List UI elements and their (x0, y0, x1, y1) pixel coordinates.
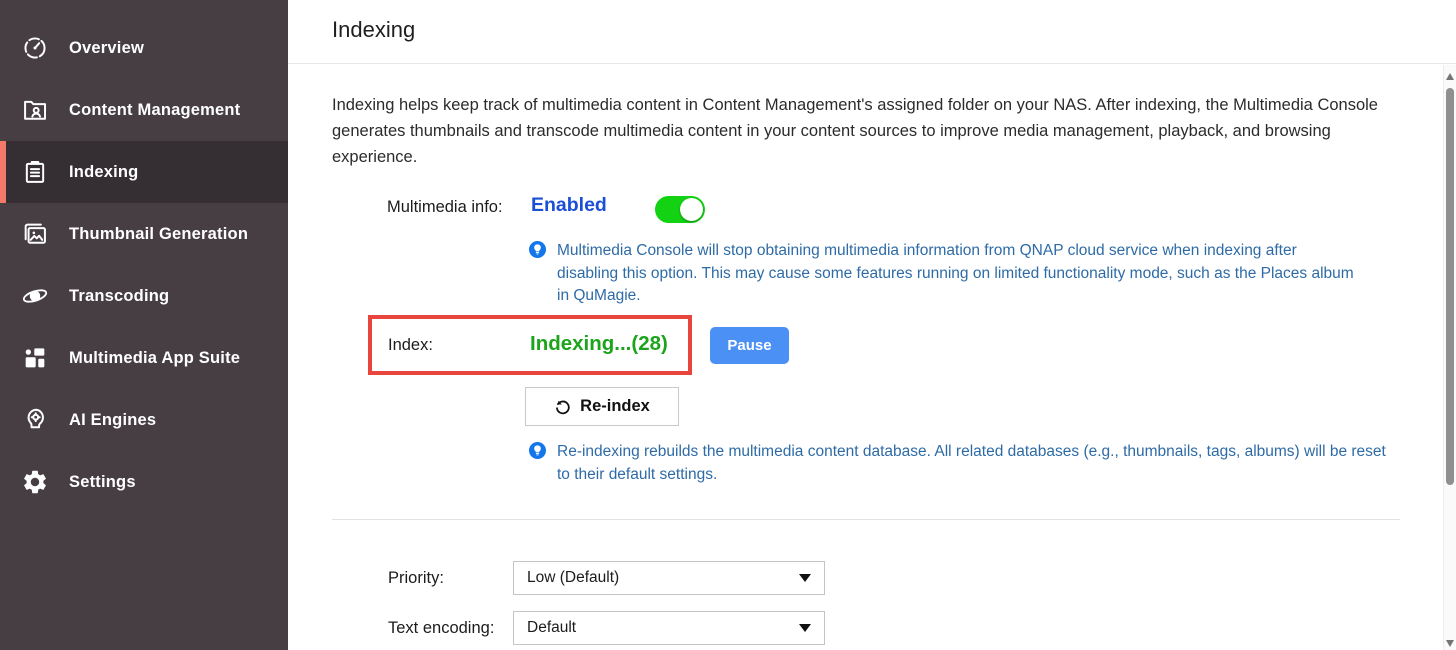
lightbulb-icon (529, 442, 546, 459)
pause-button[interactable]: Pause (710, 327, 789, 364)
multimedia-info-status: Enabled (531, 194, 607, 217)
scroll-up-icon[interactable] (1446, 73, 1454, 80)
sidebar-item-transcoding[interactable]: Transcoding (0, 265, 288, 327)
multimedia-info-toggle[interactable] (655, 196, 705, 223)
sidebar-item-label: Multimedia App Suite (69, 349, 240, 368)
refresh-icon (554, 398, 571, 415)
sidebar-item-thumbnail-generation[interactable]: Thumbnail Generation (0, 203, 288, 265)
section-divider (332, 519, 1400, 520)
toggle-knob-icon (680, 198, 703, 221)
chevron-down-icon (799, 624, 811, 632)
sidebar-item-content-management[interactable]: Content Management (0, 79, 288, 141)
reindex-hint: Re-indexing rebuilds the multimedia cont… (557, 441, 1387, 486)
page-title: Indexing (332, 17, 415, 43)
text-encoding-dropdown[interactable]: Default (513, 611, 825, 645)
sidebar-item-label: Overview (69, 39, 144, 58)
scroll-down-icon[interactable] (1446, 640, 1454, 647)
multimedia-info-hint: Multimedia Console will stop obtaining m… (557, 240, 1357, 308)
scrollbar-thumb[interactable] (1446, 88, 1454, 485)
vertical-scrollbar[interactable] (1443, 65, 1456, 650)
text-encoding-value: Default (527, 619, 799, 637)
transcode-icon (21, 282, 49, 310)
sidebar-item-label: Content Management (69, 101, 240, 120)
reindex-label: Re-index (580, 397, 650, 416)
sidebar-item-label: Indexing (69, 163, 138, 182)
sidebar-item-ai-engines[interactable]: AI Engines (0, 389, 288, 451)
sidebar-item-label: AI Engines (69, 411, 156, 430)
sidebar-item-multimedia-app-suite[interactable]: Multimedia App Suite (0, 327, 288, 389)
gauge-icon (21, 34, 49, 62)
sidebar-item-indexing[interactable]: Indexing (0, 141, 288, 203)
sidebar-item-overview[interactable]: Overview (0, 17, 288, 79)
priority-label: Priority: (388, 569, 444, 588)
folder-search-icon (21, 96, 49, 124)
grid-icon (21, 344, 49, 372)
lightbulb-icon (529, 241, 546, 258)
sidebar-item-settings[interactable]: Settings (0, 451, 288, 513)
sidebar-item-label: Thumbnail Generation (69, 225, 248, 244)
sidebar: Overview Content Management Indexing Thumbn… (0, 0, 288, 650)
reindex-button[interactable]: Re-index (525, 387, 679, 426)
page-header: Indexing (288, 0, 1456, 64)
indexing-description: Indexing helps keep track of multimedia … (332, 92, 1402, 170)
gear-icon (21, 468, 49, 496)
chevron-down-icon (799, 574, 811, 582)
clipboard-icon (21, 158, 49, 186)
ai-head-icon (21, 406, 49, 434)
photos-icon (21, 220, 49, 248)
priority-value: Low (Default) (527, 569, 799, 587)
multimedia-info-label: Multimedia info: (387, 198, 503, 217)
index-status: Indexing...(28) (530, 332, 668, 356)
text-encoding-label: Text encoding: (388, 619, 494, 638)
index-label: Index: (388, 336, 433, 355)
sidebar-item-label: Settings (69, 473, 136, 492)
priority-dropdown[interactable]: Low (Default) (513, 561, 825, 595)
sidebar-item-label: Transcoding (69, 287, 169, 306)
active-indicator (0, 141, 6, 203)
